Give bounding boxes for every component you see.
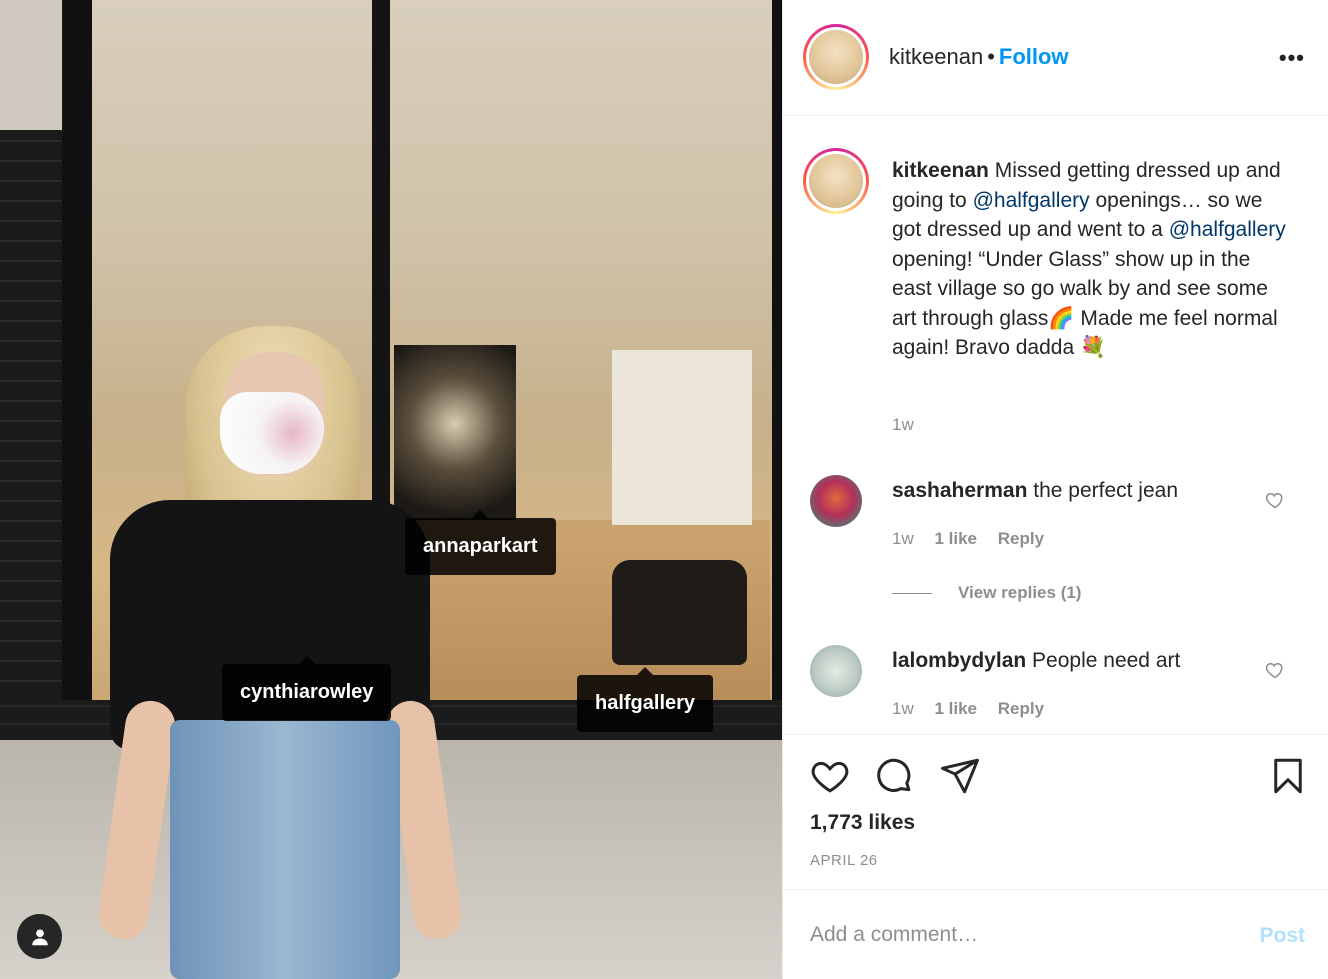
user-tags-button[interactable] — [17, 914, 62, 959]
face-mask — [220, 392, 324, 474]
comment-text: sashaherman the perfect jean — [892, 479, 1178, 503]
person-icon — [31, 928, 48, 945]
caption-avatar[interactable] — [803, 148, 869, 214]
likes-count[interactable]: 1,773 likes — [810, 811, 915, 835]
bookmark-icon[interactable] — [1267, 755, 1309, 797]
artwork — [394, 345, 516, 520]
comment-meta: 1w 1 like Reply — [892, 699, 1060, 719]
comment-likes[interactable]: 1 like — [934, 529, 977, 548]
caption-timestamp[interactable]: 1w — [892, 415, 914, 435]
reply-button[interactable]: Reply — [998, 529, 1044, 548]
follow-button[interactable]: Follow — [999, 44, 1069, 69]
commenter-username[interactable]: lalombydylan — [892, 649, 1026, 672]
post-header: kitkeenan • Follow ••• — [783, 0, 1328, 116]
caption-text: opening! “Under Glass” show up in the ea… — [892, 247, 1278, 360]
commenter-username[interactable]: sashaherman — [892, 479, 1027, 502]
user-tag-annaparkart[interactable]: annaparkart — [405, 510, 556, 575]
comment-body: the perfect jean — [1027, 479, 1179, 502]
author-info: kitkeenan • Follow — [889, 44, 1069, 70]
user-tag-halfgallery[interactable]: halfgallery — [577, 667, 714, 732]
commenter-avatar[interactable] — [810, 645, 862, 697]
divider-line — [892, 592, 932, 594]
post-sidebar: kitkeenan • Follow ••• kitkeenan Missed ge… — [782, 0, 1328, 979]
reply-button[interactable]: Reply — [998, 699, 1044, 718]
mention-link[interactable]: @halfgallery — [1169, 218, 1286, 241]
view-replies-label: View replies (1) — [958, 583, 1082, 602]
comment-time[interactable]: 1w — [892, 529, 914, 548]
comment-body: People need art — [1026, 649, 1181, 672]
more-options-button[interactable]: ••• — [1279, 45, 1305, 71]
comment-meta: 1w 1 like Reply — [892, 529, 1060, 549]
comment-time[interactable]: 1w — [892, 699, 914, 718]
author-username[interactable]: kitkeenan — [889, 44, 983, 69]
separator-dot: • — [987, 44, 995, 69]
heart-icon[interactable] — [809, 755, 851, 797]
comment-input[interactable] — [810, 918, 1230, 952]
gallery-wall — [612, 350, 752, 525]
commenter-avatar[interactable] — [810, 475, 862, 527]
comment-icon[interactable] — [873, 755, 915, 797]
comment-likes[interactable]: 1 like — [934, 699, 977, 718]
comment-like-icon[interactable] — [1265, 660, 1285, 680]
post-caption: kitkeenan Missed getting dressed up and … — [892, 156, 1287, 363]
post-date[interactable]: APRIL 26 — [810, 852, 878, 869]
author-avatar[interactable] — [803, 24, 869, 90]
view-replies-button[interactable]: View replies (1) — [892, 583, 1081, 603]
add-comment-bar: Post — [783, 889, 1328, 979]
post-comment-button[interactable]: Post — [1259, 924, 1305, 948]
mention-link[interactable]: @halfgallery — [973, 189, 1090, 212]
more-horizontal-icon: ••• — [1278, 45, 1305, 70]
post-photo[interactable]: annaparkart cynthiarowley halfgallery — [0, 0, 782, 979]
comment-text: lalombydylan People need art — [892, 649, 1180, 673]
chair — [612, 560, 747, 665]
user-tag-cynthiarowley[interactable]: cynthiarowley — [222, 656, 392, 721]
caption-username[interactable]: kitkeenan — [892, 159, 989, 182]
send-icon[interactable] — [939, 755, 981, 797]
comment-like-icon[interactable] — [1265, 490, 1285, 510]
person-jeans — [170, 720, 400, 979]
